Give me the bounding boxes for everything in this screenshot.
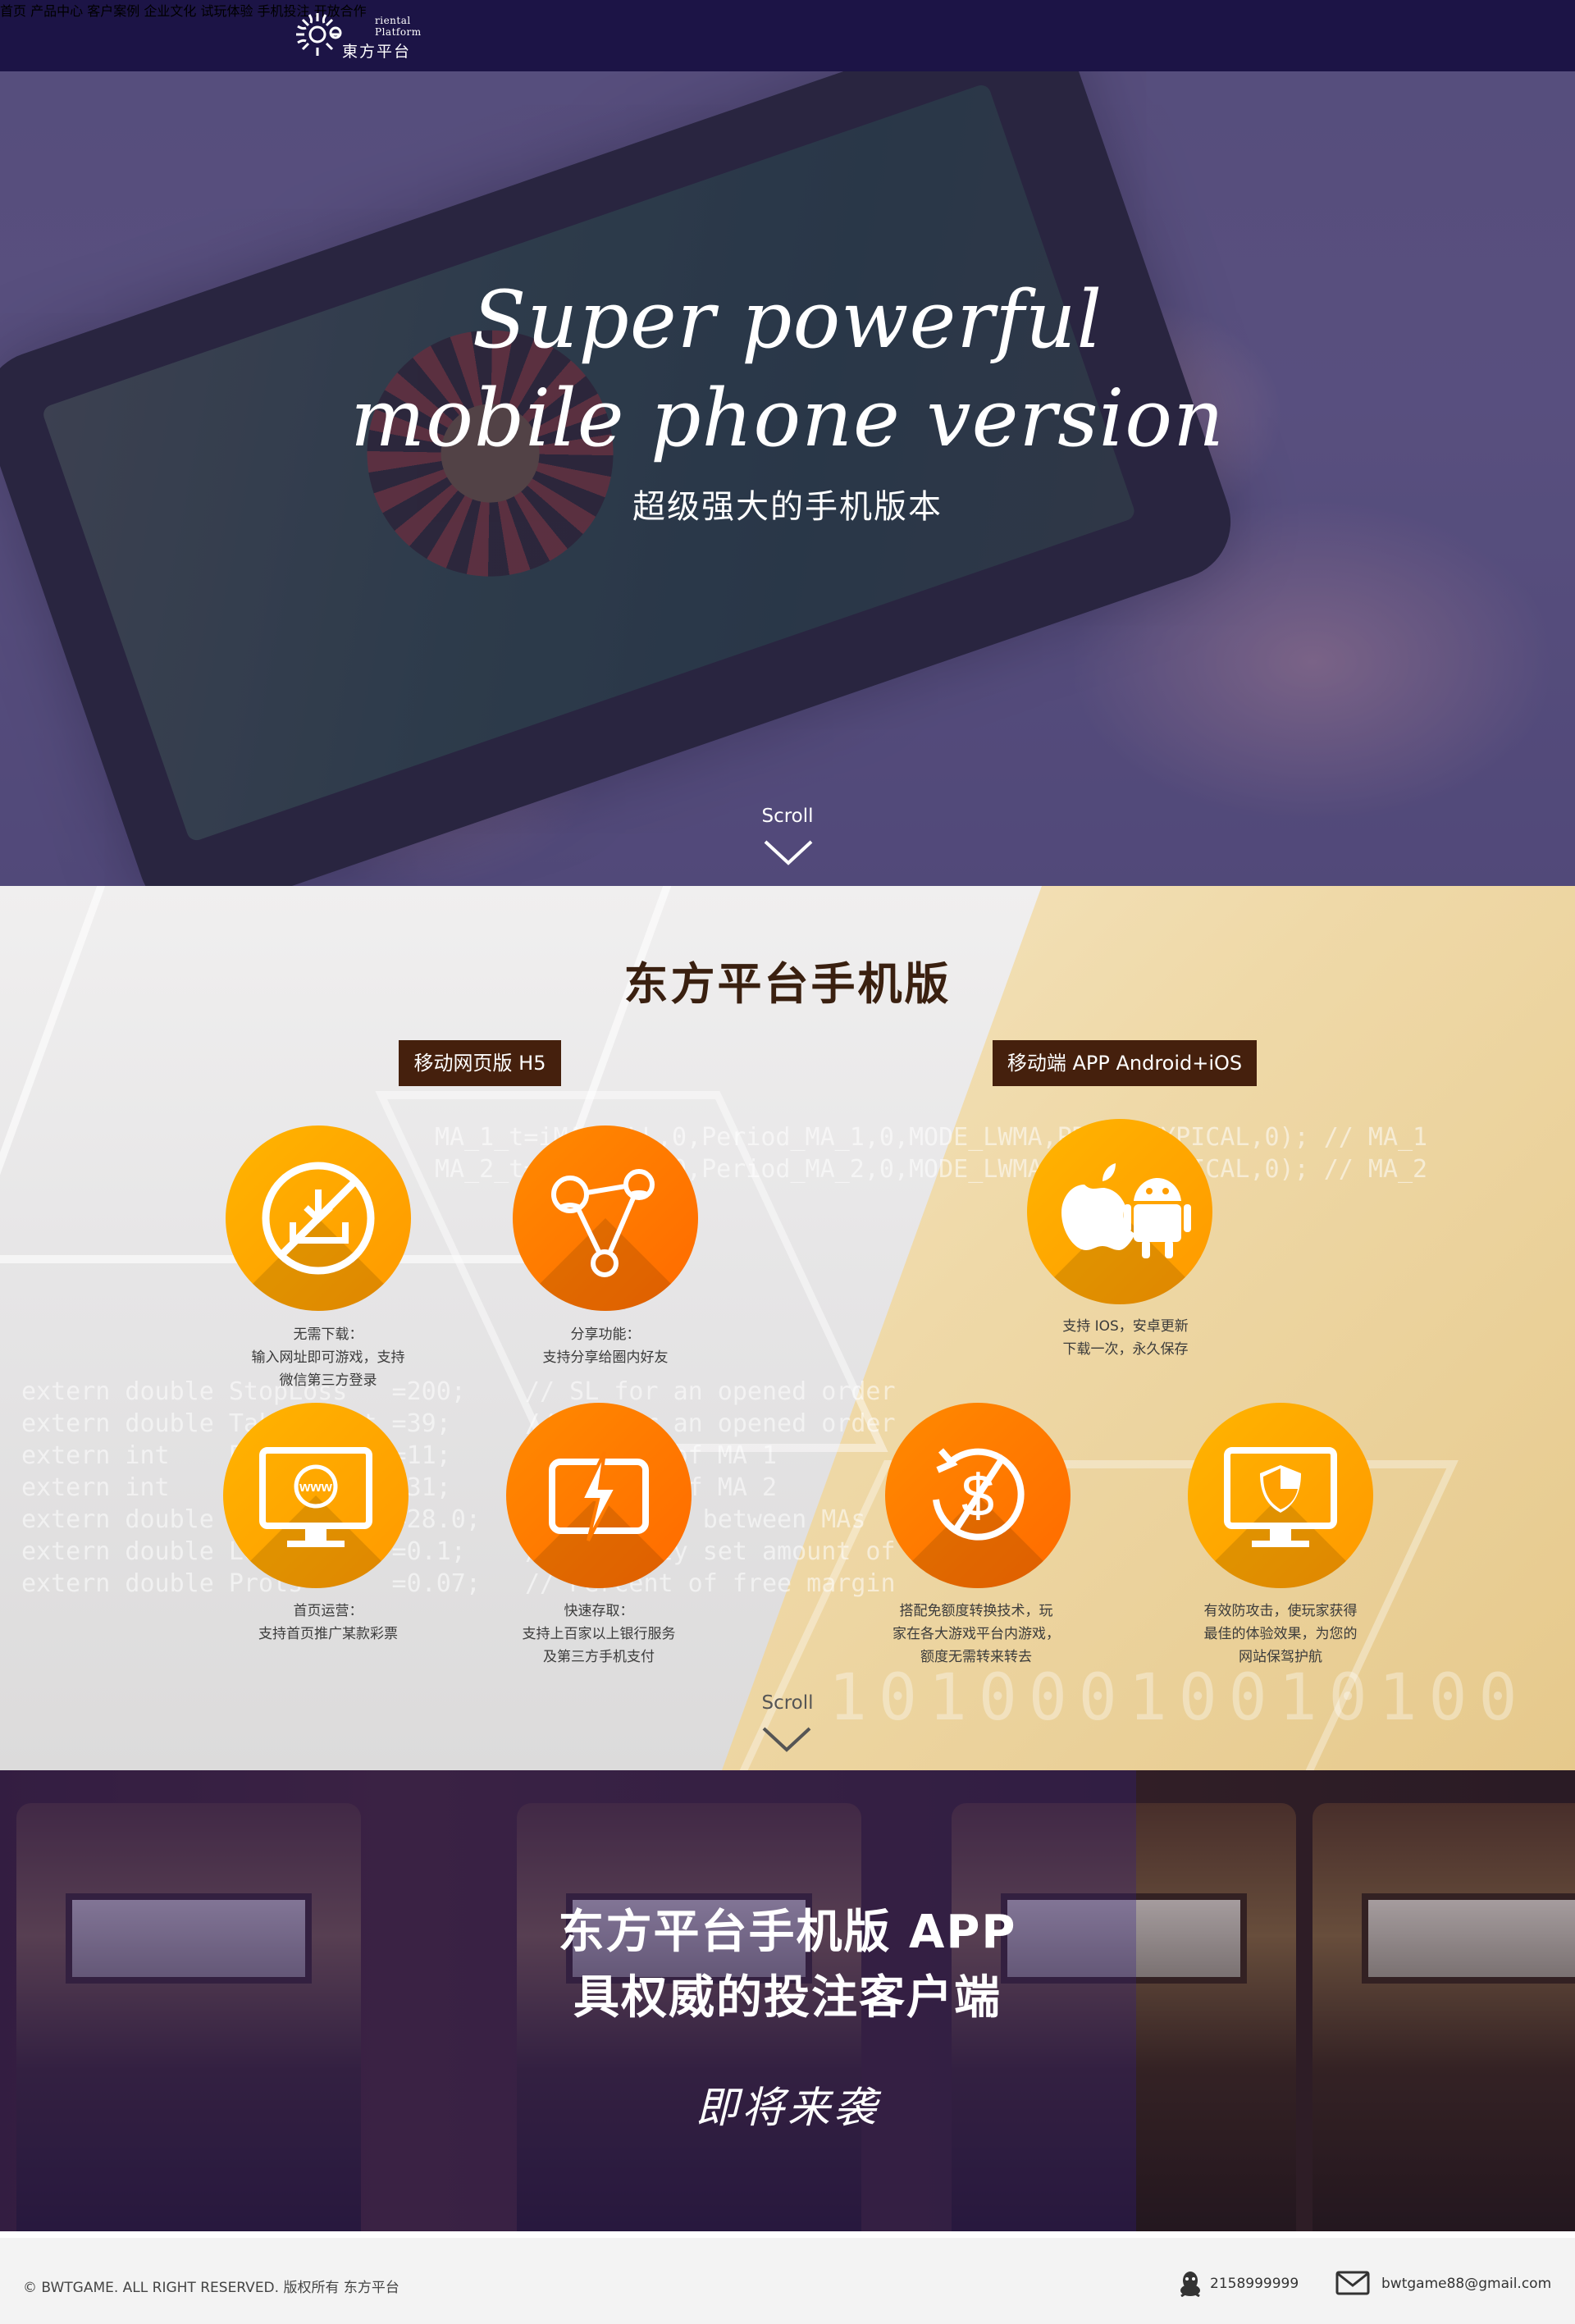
hero-subtitle: 超级强大的手机版本 — [632, 488, 943, 526]
tag-mobile-app: 移动端 APP Android+iOS — [993, 1040, 1257, 1086]
caption-homepage-operation: 首页运营： 支持首页推广某款彩票 — [258, 1603, 398, 1642]
feature-homepage-operation: www — [223, 1403, 409, 1588]
caption-ios-android: 支持 IOS，安卓更新 下载一次，永久保存 — [1062, 1318, 1189, 1358]
hero-title-line2: mobile phone version — [350, 372, 1225, 464]
nav-item-demo[interactable]: 试玩体验 — [200, 3, 253, 19]
feature-no-transfer: $ — [885, 1403, 1071, 1588]
no-download-icon — [262, 1162, 375, 1275]
hero-scroll-label[interactable]: Scroll — [0, 806, 1575, 827]
hero-banner — [0, 71, 1575, 886]
apple-android-icon — [1061, 1163, 1191, 1258]
qq-penguin-icon — [1180, 2271, 1200, 2297]
features-scroll-chevron-icon[interactable] — [762, 1727, 811, 1753]
nav-item-culture[interactable]: 企业文化 — [144, 3, 196, 19]
features-scroll-label[interactable]: Scroll — [0, 1692, 1575, 1714]
logo-chinese-text: 東方平台 — [342, 42, 412, 61]
nav-item-cases[interactable]: 客户案例 — [87, 3, 139, 19]
feature-ios-android — [1027, 1119, 1212, 1304]
no-transfer-icon: $ — [933, 1448, 1025, 1541]
feature-fast-deposit — [506, 1403, 692, 1588]
feature-share — [513, 1125, 698, 1311]
logo-english-text: riental Platform — [375, 14, 422, 38]
feature-no-download — [226, 1125, 411, 1311]
hero-scroll-chevron-icon[interactable] — [764, 840, 813, 866]
tag-mobile-h5: 移动网页版 H5 — [399, 1040, 561, 1086]
features-title: 东方平台手机版 — [623, 958, 952, 1010]
caption-share: 分享功能： 支持分享给圈内好友 — [542, 1326, 669, 1366]
app-title-line2: 具权威的投注客户端 — [573, 1971, 1002, 2025]
footer-email[interactable]: bwtgame88@gmail.com — [1381, 2276, 1551, 2292]
www-monitor-icon: www — [259, 1447, 372, 1547]
mail-envelope-icon — [1335, 2271, 1370, 2295]
hero-title-line1: Super powerful — [472, 274, 1103, 366]
svg-text:www: www — [299, 1479, 332, 1495]
shield-monitor-icon — [1224, 1447, 1337, 1547]
app-coming-soon-text: 即将来袭 — [695, 2084, 879, 2133]
share-network-icon — [551, 1169, 655, 1277]
nav-item-home[interactable]: 首页 — [0, 3, 26, 19]
nav-item-products[interactable]: 产品中心 — [30, 3, 83, 19]
caption-fast-deposit: 快速存取： 支持上百家以上银行服务 及第三方手机支付 — [522, 1603, 676, 1665]
feature-security — [1188, 1403, 1373, 1588]
footer-qq-number[interactable]: 2158999999 — [1210, 2276, 1299, 2292]
caption-no-transfer: 搭配免额度转换技术，玩 家在各大游戏平台内游戏， 额度无需转来转去 — [892, 1603, 1060, 1665]
sun-logo-icon — [293, 10, 345, 62]
brand-logo[interactable]: riental Platform 東方平台 — [293, 7, 424, 66]
footer-copyright: © BWTGAME. ALL RIGHT RESERVED. 版权所有 东方平台 — [23, 2280, 399, 2296]
caption-no-download: 无需下载： 输入网址即可游戏，支持 微信第三方登录 — [251, 1326, 405, 1389]
caption-security: 有效防攻击，使玩家获得 最佳的体验效果，为您的 网站保驾护航 — [1203, 1603, 1358, 1665]
app-title-line1: 东方平台手机版 APP — [558, 1906, 1017, 1959]
lightning-card-icon — [549, 1451, 649, 1541]
top-navigation-bar: riental Platform 東方平台 首页 产品中心 客户案例 企业文化 … — [0, 0, 1575, 71]
